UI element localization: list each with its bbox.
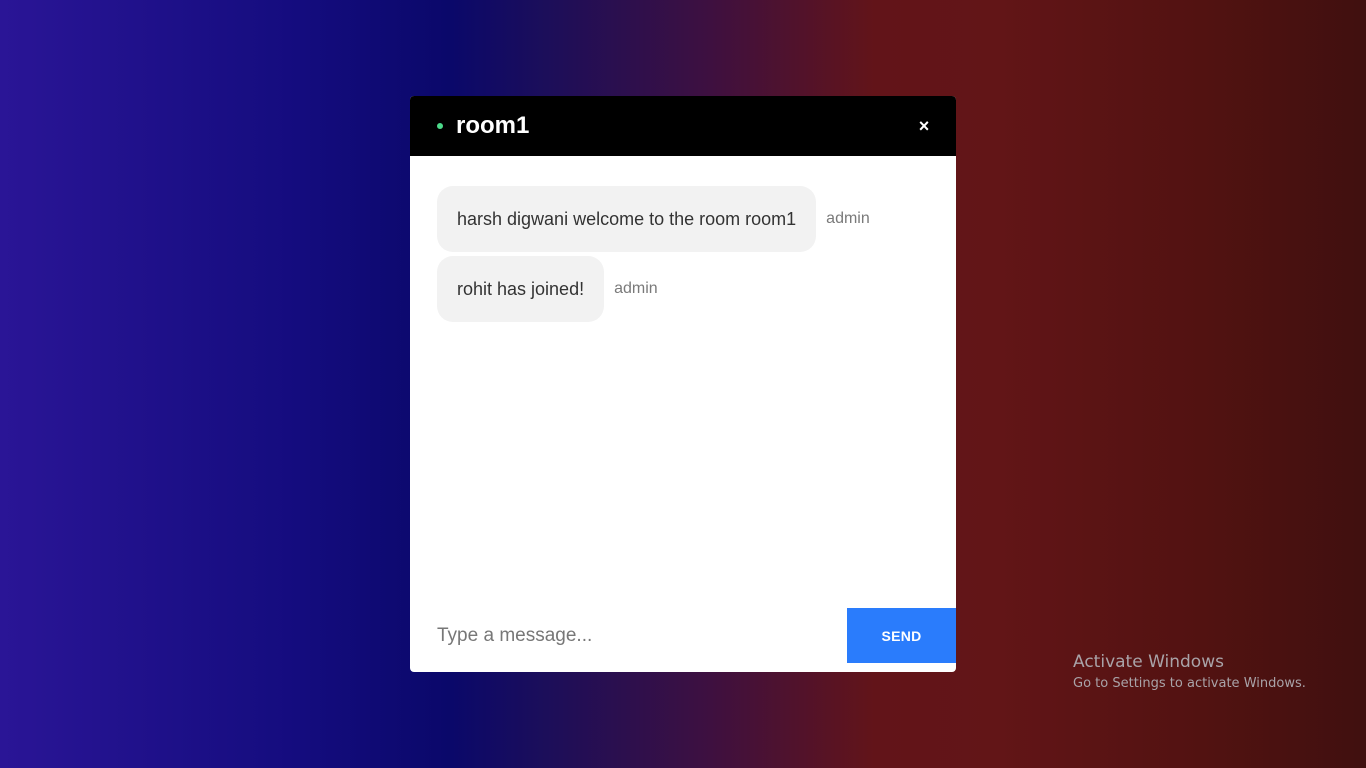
message-composer: SEND	[410, 608, 956, 672]
chat-window: room1 × harsh digwani welcome to the roo…	[410, 96, 956, 672]
activation-title: Activate Windows	[1073, 652, 1224, 672]
message-sender: admin	[614, 280, 658, 297]
activation-subtitle: Go to Settings to activate Windows.	[1073, 676, 1306, 691]
message-input[interactable]	[410, 608, 847, 663]
message-bubble: rohit has joined!	[437, 256, 605, 322]
room-name: room1	[456, 112, 530, 139]
message-bubble: harsh digwani welcome to the room room1	[437, 186, 817, 252]
chat-header: room1 ×	[410, 96, 956, 156]
message-item: rohit has joined! admin	[437, 256, 937, 322]
message-list: harsh digwani welcome to the room room1 …	[437, 186, 937, 326]
windows-activation-watermark: Activate Windows Go to Settings to activ…	[1073, 651, 1306, 694]
close-icon[interactable]: ×	[914, 114, 934, 138]
online-status-dot-icon	[437, 123, 443, 129]
message-sender: admin	[826, 210, 870, 227]
message-item: harsh digwani welcome to the room room1 …	[437, 186, 937, 252]
send-button[interactable]: SEND	[847, 608, 956, 663]
